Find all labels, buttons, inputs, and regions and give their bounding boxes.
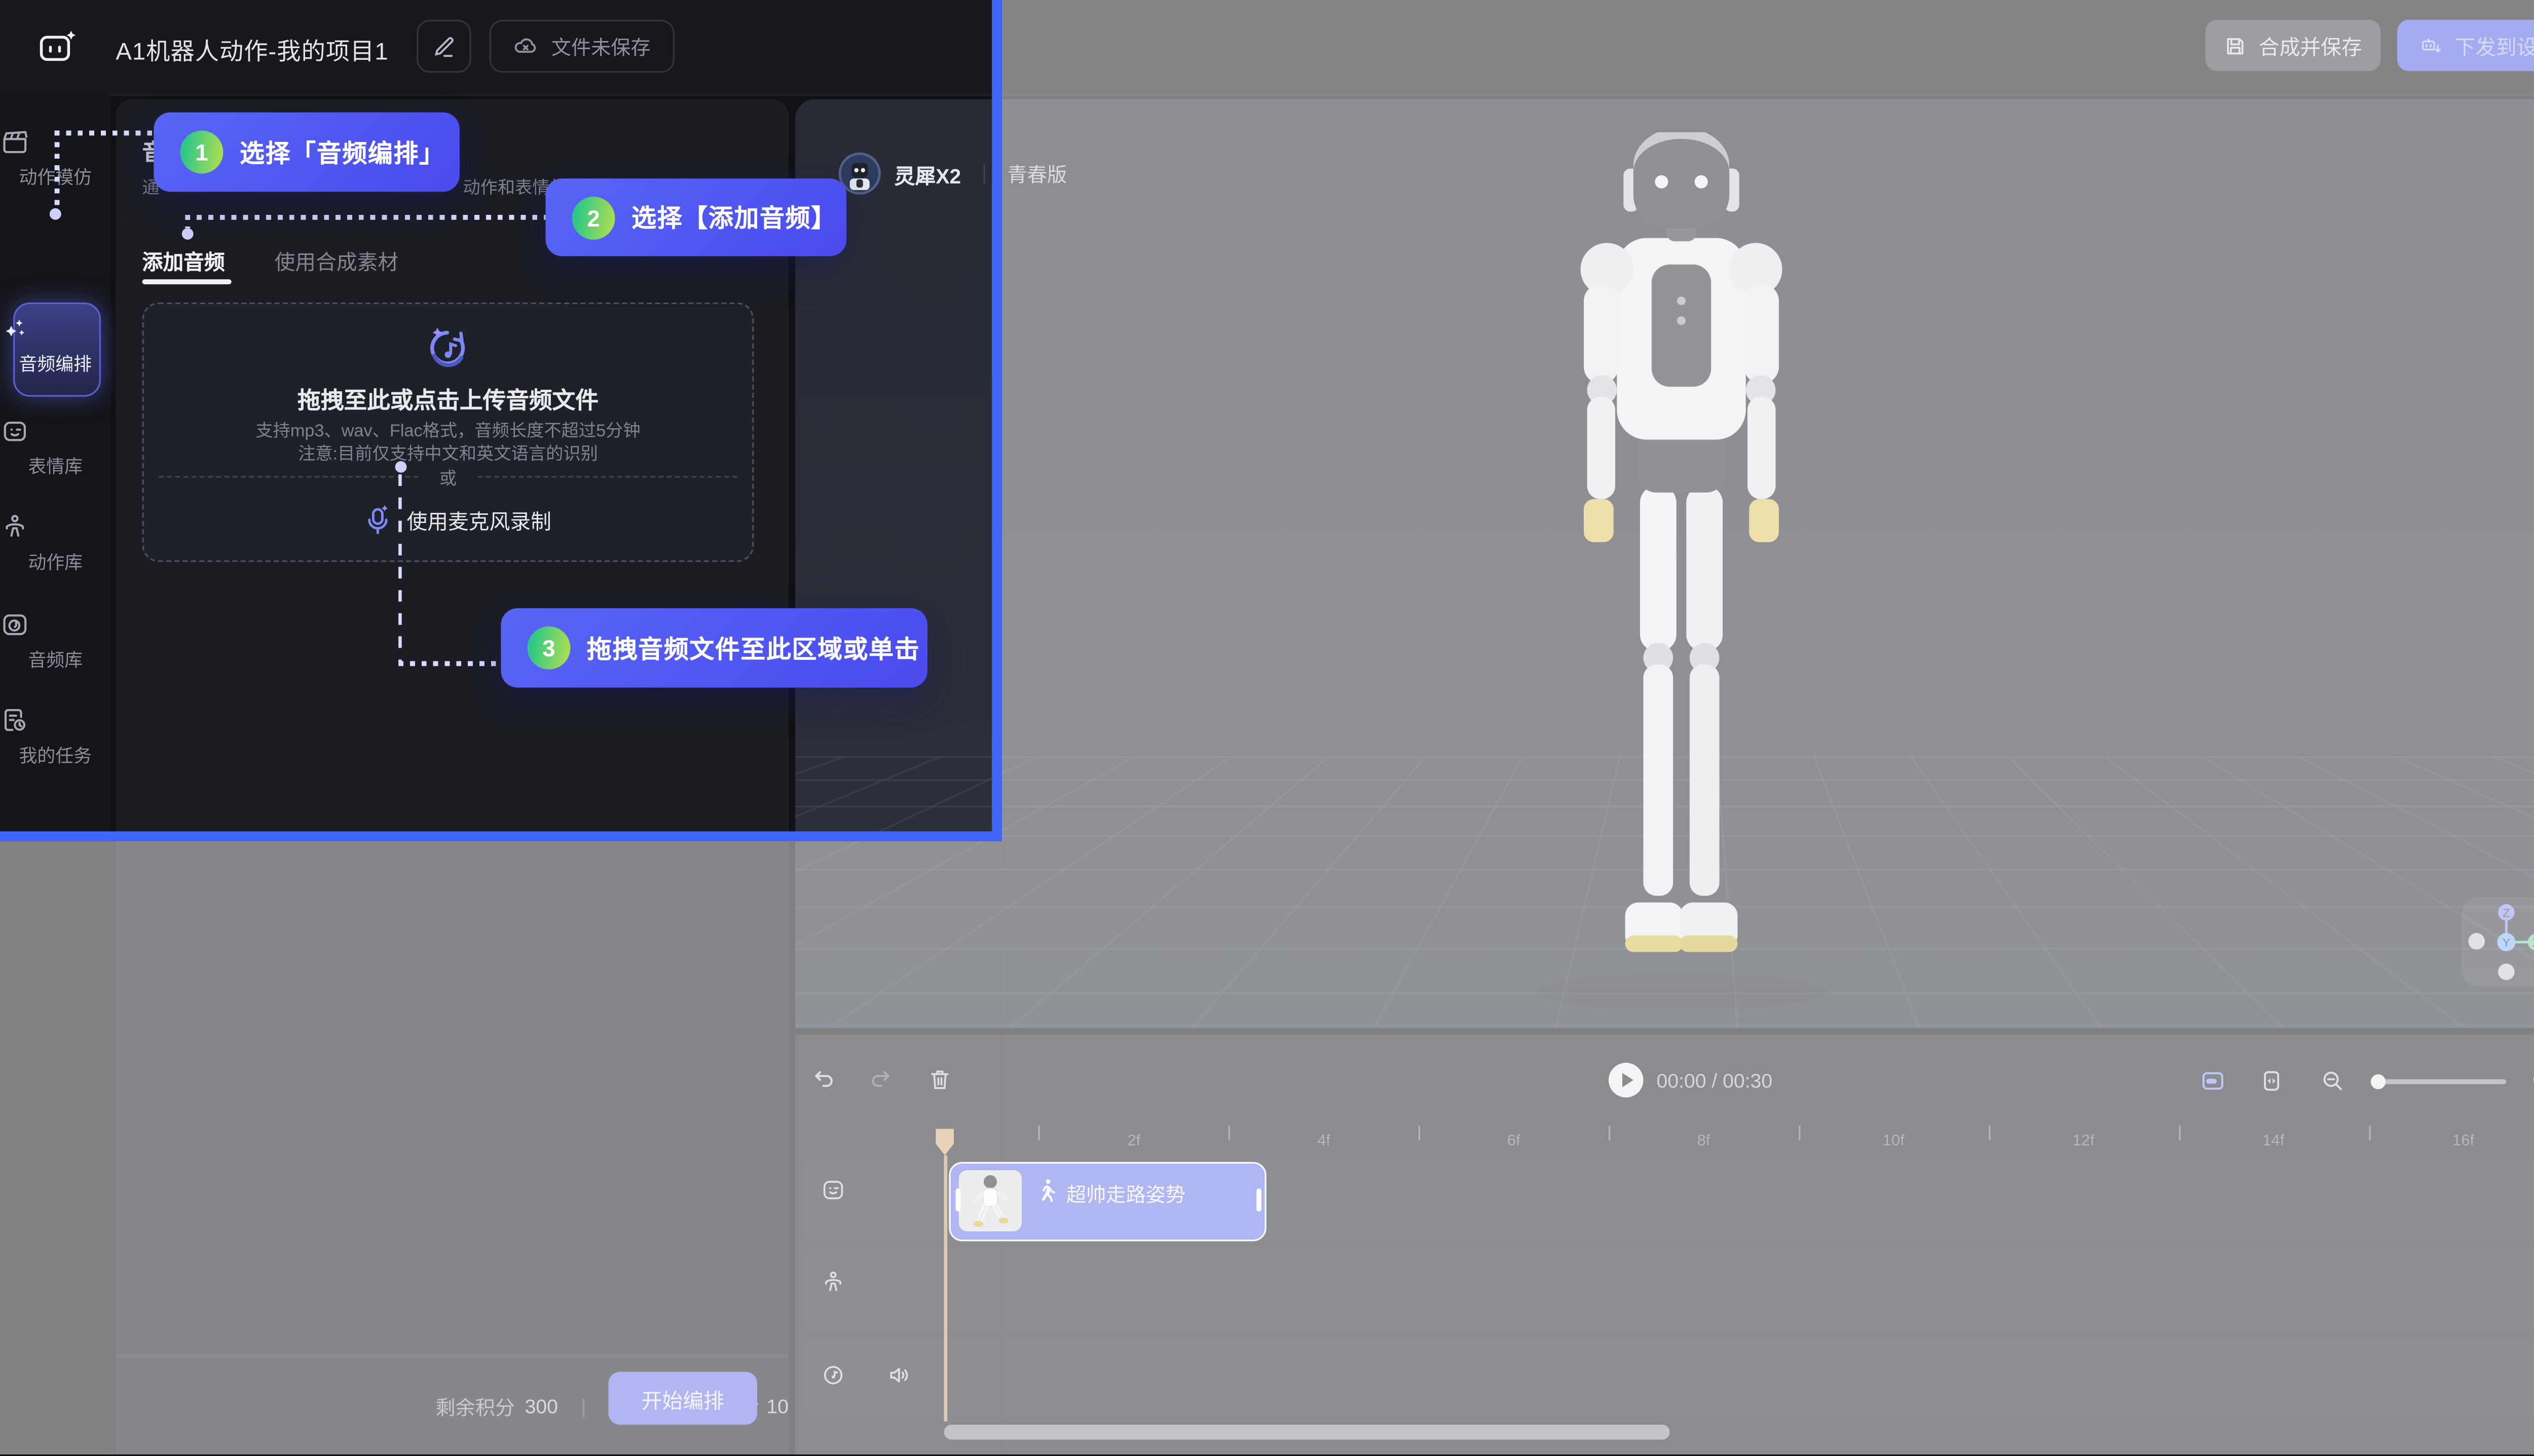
audio-upload-dropzone[interactable]: 拖拽至此或点击上传音频文件 支持mp3、wav、Flac格式，音频长度不超过5分… [142,303,754,562]
sidebar-item-my-tasks[interactable]: 我的任务 [0,706,111,769]
tab-underline [142,279,232,283]
connector-2-horizontal [185,215,545,219]
sidebar-item-motion-lib[interactable]: 动作库 [0,512,111,575]
step-1-text: 选择「音频编排」 [240,135,445,169]
cloud-unsaved-icon [513,33,540,59]
dim-overlay-bottom [0,841,1002,1454]
connector-2-vertical [185,215,189,228]
step-2-text: 选择【添加音频】 [631,200,837,235]
upload-title: 拖拽至此或点击上传音频文件 [144,384,752,417]
step-3-number: 3 [528,626,571,669]
app-logo-icon [36,26,78,68]
tutorial-step-2: 2 选择【添加音频】 [545,178,846,256]
divider-right [478,476,737,477]
connector-1-dot [50,208,61,220]
sidebar-item-expression-lib[interactable]: 表情库 [0,417,111,479]
tutorial-step-3: 3 拖拽音频文件至此区域或单击 [501,608,927,688]
pencil-icon [431,34,456,59]
music-box-icon [0,610,111,640]
connector-3-vertical [398,474,402,663]
step-3-text: 拖拽音频文件至此区域或单击 [587,630,920,665]
step-1-number: 1 [180,131,223,174]
tab-synth-material[interactable]: 使用合成素材 [275,245,399,276]
divider-or: 或 [144,466,752,491]
tutorial-step-1: 1 选择「音频编排」 [154,113,459,192]
step-2-number: 2 [572,196,615,239]
person-icon [0,512,111,542]
robot-face-icon [0,417,111,446]
upload-music-icon [423,324,473,374]
mic-record-button[interactable]: 使用麦克风录制 [362,502,551,537]
connector-1-horizontal [55,131,154,135]
sidebar-item-audio-arrange[interactable]: 音频编排 [0,314,111,377]
tab-add-audio[interactable]: 添加音频 [142,245,225,276]
sparkles-icon [0,314,111,344]
upload-hint-language: 注意:目前仅支持中文和英文语言的识别 [144,441,752,466]
mic-icon [362,502,393,537]
badge-divider: ｜ [974,160,994,188]
upload-hint-formats: 支持mp3、wav、Flac格式，音频长度不超过5分钟 [144,418,752,443]
connector-1-vertical [55,131,59,208]
dim-overlay-right [1002,0,2534,1454]
highlight-border-bottom [0,831,1002,841]
mic-record-label: 使用麦克风录制 [406,504,551,536]
sidebar-item-audio-lib[interactable]: 音频库 [0,610,111,673]
task-list-icon [0,706,111,736]
highlight-border-right [992,0,1002,841]
project-title: A1机器人动作-我的项目1 [116,33,388,67]
robot-name: 灵犀X2 [895,158,961,189]
rename-button[interactable] [417,20,471,72]
file-unsaved-status: 文件未保存 [490,20,675,72]
connector-3-horizontal [398,661,501,665]
